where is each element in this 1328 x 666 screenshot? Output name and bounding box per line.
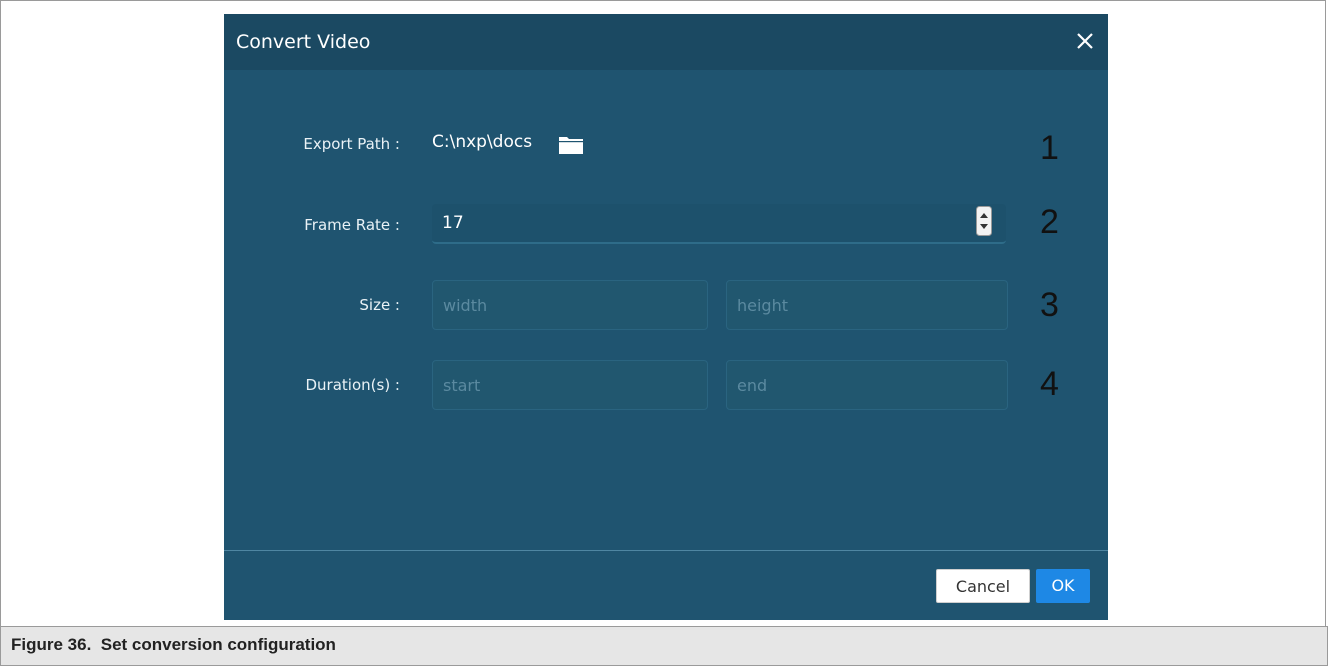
- folder-icon[interactable]: [558, 134, 584, 156]
- cancel-button[interactable]: Cancel: [936, 569, 1030, 603]
- annotation-3: 3: [1040, 286, 1059, 324]
- dialog-titlebar: Convert Video: [224, 14, 1108, 70]
- start-input[interactable]: [432, 360, 708, 410]
- export-path-label: Export Path :: [303, 135, 400, 153]
- frame-rate-input[interactable]: [432, 204, 1006, 244]
- annotation-2: 2: [1040, 203, 1059, 241]
- figure-caption: Figure 36. Set conversion configuration: [11, 635, 336, 654]
- export-path-value: C:\nxp\docs: [432, 132, 533, 152]
- duration-label: Duration(s) :: [305, 376, 401, 394]
- width-input[interactable]: [432, 280, 708, 330]
- convert-video-dialog: Convert Video Export Path : C:\nxp\docs …: [224, 14, 1108, 620]
- end-input[interactable]: [726, 360, 1008, 410]
- ok-button[interactable]: OK: [1036, 569, 1090, 603]
- height-input[interactable]: [726, 280, 1008, 330]
- close-icon[interactable]: [1072, 28, 1098, 54]
- figure-caption-bar: Figure 36. Set conversion configuration: [0, 626, 1328, 666]
- frame-rate-label: Frame Rate :: [304, 216, 400, 234]
- annotation-4: 4: [1040, 365, 1059, 403]
- footer-divider: [224, 550, 1108, 551]
- spinner-icon[interactable]: [976, 206, 992, 236]
- annotation-1: 1: [1040, 129, 1059, 167]
- dialog-title: Convert Video: [236, 31, 371, 53]
- size-label: Size :: [359, 296, 400, 314]
